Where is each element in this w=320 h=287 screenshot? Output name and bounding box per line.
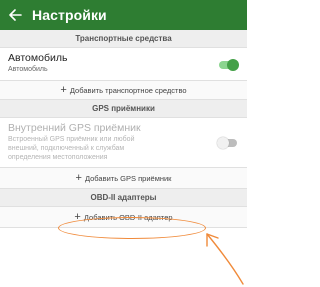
section-header-vehicles: Транспортные средства [0,30,247,48]
vehicle-item-sublabel: Автомобиль [8,66,48,73]
add-obd-button[interactable]: + Добавить OBD-II адаптер [0,207,247,228]
section-header-obd: OBD-II адаптеры [0,189,247,207]
gps-item-internal[interactable]: Внутренний GPS приёмник Встроенный GPS п… [0,118,247,167]
add-gps-button[interactable]: + Добавить GPS приёмник [0,167,247,189]
page-title: Настройки [32,7,107,23]
add-vehicle-label: Добавить транспортное средство [69,85,187,95]
gps-item-sublabel: Встроенный GPS приёмник или любой внешни… [8,136,135,161]
toggle-knob [227,59,239,71]
gps-item-label: Внутренний GPS приёмник [8,122,141,134]
arrow-left-icon[interactable] [6,9,24,21]
add-obd-label: Добавить OBD-II адаптер [83,212,173,222]
vehicle-item-label: Автомобиль [8,52,68,64]
vehicle-item-car[interactable]: Автомобиль Автомобиль [0,48,247,80]
gps-toggle[interactable] [217,137,237,149]
plus-icon: + [75,171,82,184]
plus-icon: + [60,83,67,96]
plus-icon: + [74,210,81,223]
toggle-knob [217,137,229,149]
add-gps-label: Добавить GPS приёмник [84,173,172,183]
add-vehicle-button[interactable]: + Добавить транспортное средство [0,80,247,100]
vehicle-toggle[interactable] [219,59,239,71]
section-header-gps: GPS приёмники [0,100,247,118]
app-bar: Настройки [0,0,247,30]
